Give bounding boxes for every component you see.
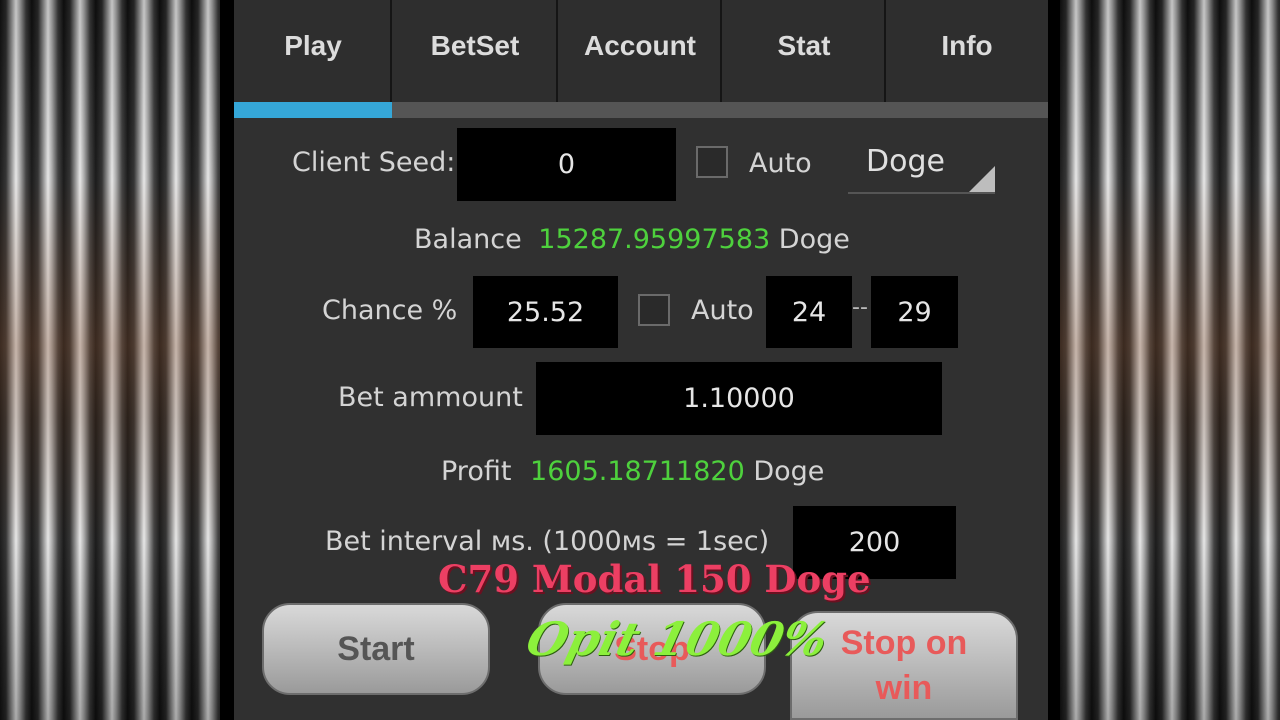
currency-select-value: Doge: [866, 144, 945, 179]
tab-account-label: Account: [584, 30, 696, 61]
profit-label: Profit: [441, 456, 512, 487]
balance-label: Balance: [414, 224, 522, 255]
tab-account[interactable]: Account: [558, 0, 722, 118]
start-button[interactable]: Start: [262, 603, 490, 695]
chance-range-separator: --: [852, 295, 868, 320]
balance-value: 15287.95997583: [538, 224, 771, 255]
profit-unit: Doge: [753, 456, 825, 487]
profit-value: 1605.18711820: [530, 456, 745, 487]
bezel-right: [1048, 0, 1060, 720]
tab-betset-label: BetSet: [430, 30, 520, 61]
background-left: [0, 0, 220, 720]
balance-unit: Doge: [778, 224, 850, 255]
tab-info-label: Info: [941, 30, 993, 61]
client-seed-auto-checkbox[interactable]: [696, 146, 728, 178]
client-seed-input[interactable]: 0: [457, 128, 676, 201]
dropdown-triangle-icon: [969, 166, 995, 192]
overlay-title: C79 Modal 150 Doge: [438, 557, 871, 601]
chance-auto-checkbox[interactable]: [638, 294, 670, 326]
bet-amount-label: Bet ammount: [338, 382, 523, 413]
tab-betset[interactable]: BetSet: [392, 0, 558, 118]
chance-range-min-input[interactable]: 24: [766, 276, 852, 348]
currency-select[interactable]: Doge: [848, 144, 995, 194]
bet-interval-label: Bet interval мs. (1000мs = 1sec): [325, 526, 770, 557]
tab-stat-label: Stat: [777, 30, 831, 61]
bet-amount-input[interactable]: 1.10000: [536, 362, 942, 435]
chance-auto-label: Auto: [691, 295, 754, 326]
balance-row: Balance 15287.95997583 Doge: [414, 224, 850, 255]
tab-info[interactable]: Info: [886, 0, 1048, 118]
chance-range-max-input[interactable]: 29: [871, 276, 958, 348]
tab-bar: Play BetSet Account Stat Info: [234, 0, 1048, 118]
tab-indicator: [234, 102, 392, 118]
client-seed-label: Client Seed:: [292, 147, 456, 178]
tab-play[interactable]: Play: [234, 0, 392, 118]
client-seed-auto-label: Auto: [749, 148, 812, 179]
chance-label: Chance %: [322, 295, 458, 326]
tab-stat[interactable]: Stat: [722, 0, 886, 118]
tab-play-label: Play: [284, 30, 342, 61]
overlay-subtitle: Opit 1000%: [521, 612, 834, 666]
background-right: [1060, 0, 1280, 720]
bezel-left: [220, 0, 234, 720]
profit-row: Profit 1605.18711820 Doge: [441, 456, 824, 487]
chance-input[interactable]: 25.52: [473, 276, 618, 348]
